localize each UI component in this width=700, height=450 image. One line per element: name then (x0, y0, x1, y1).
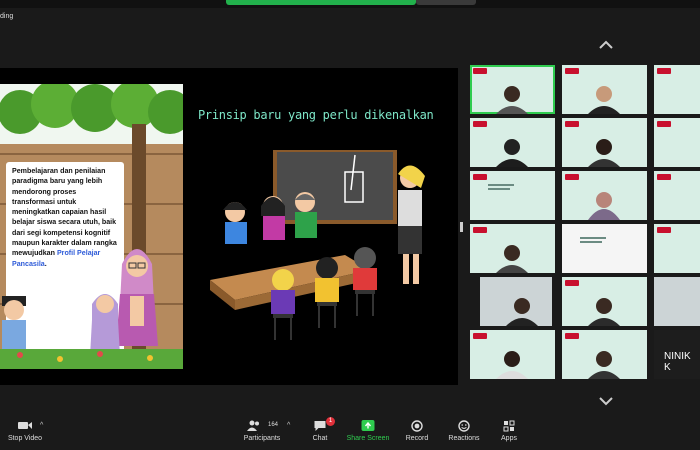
slide-stripe (488, 184, 514, 186)
record-icon (411, 420, 423, 432)
participant-tile[interactable] (562, 65, 647, 114)
logo-icon (657, 174, 671, 180)
chat-unread-badge: 1 (326, 417, 335, 426)
participant-tile[interactable] (654, 65, 700, 114)
reactions-button[interactable]: Reactions (444, 416, 484, 450)
participant-tile[interactable] (654, 224, 700, 273)
participant-tile[interactable] (562, 171, 647, 220)
logo-icon (565, 280, 579, 286)
logo-icon (565, 174, 579, 180)
slide-illustration-panel: Pembelajaran dan penilaian paradigma bar… (0, 84, 183, 369)
panel-resize-handle[interactable] (460, 222, 463, 232)
participants-count: 164 (268, 422, 279, 428)
tree-canopy-illustration (0, 84, 183, 144)
participant-tile[interactable] (654, 171, 700, 220)
participant-tile[interactable] (562, 224, 647, 273)
logo-icon (657, 121, 671, 127)
chevron-up-icon[interactable] (598, 40, 614, 50)
logo-icon (565, 68, 579, 74)
participant-tile[interactable] (654, 277, 700, 326)
participant-tile[interactable] (562, 277, 647, 326)
person-video (496, 245, 528, 273)
person-video (588, 298, 620, 326)
slide-stripe (580, 241, 602, 243)
chat-bubble-icon (314, 421, 326, 431)
video-options-caret[interactable]: ^ (40, 422, 43, 429)
share-screen-icon (361, 420, 375, 431)
person-video (588, 139, 620, 167)
person-video (496, 139, 528, 167)
sharing-banner[interactable] (226, 0, 416, 5)
slide-title: Prinsip baru yang perlu dikenalkan (198, 108, 434, 122)
person-video (506, 298, 538, 326)
logo-icon (565, 333, 579, 339)
participant-gallery (466, 60, 700, 390)
logo-icon (657, 68, 671, 74)
share-screen-button[interactable]: Share Screen (344, 416, 392, 450)
participant-tile[interactable] (470, 65, 555, 114)
logo-icon (473, 68, 487, 74)
participant-tile[interactable] (470, 330, 555, 379)
meeting-toolbar: Stop Video ^ 164 Participants ^ Chat Sha… (0, 416, 700, 450)
person-video (496, 86, 528, 114)
slide-body-text: Pembelajaran dan penilaian paradigma bar… (12, 167, 117, 268)
participant-tile[interactable] (470, 224, 555, 273)
person-video (588, 86, 620, 114)
smiley-icon (458, 420, 470, 432)
logo-icon (657, 227, 671, 233)
logo-icon (473, 121, 487, 127)
grass-illustration (0, 349, 183, 369)
logo-icon (473, 227, 487, 233)
logo-icon (473, 174, 487, 180)
participant-tile[interactable] (562, 118, 647, 167)
participant-tile[interactable] (480, 277, 552, 326)
view-options-banner[interactable] (416, 0, 476, 5)
person-video (496, 351, 528, 379)
shared-screen: Pembelajaran dan penilaian paradigma bar… (0, 68, 458, 385)
record-button[interactable]: Record (400, 416, 434, 450)
apps-icon (503, 420, 515, 432)
participants-icon (247, 420, 259, 431)
chevron-down-icon[interactable] (598, 396, 614, 406)
person-video (588, 351, 620, 379)
recording-label: ding (0, 13, 14, 20)
participants-button[interactable]: 164 Participants (240, 416, 284, 450)
logo-icon (565, 121, 579, 127)
participant-tile[interactable] (470, 118, 555, 167)
participants-options-caret[interactable]: ^ (287, 422, 290, 429)
participant-name-label: NINIK K (664, 351, 691, 373)
slide-stripe (488, 188, 510, 190)
logo-icon (473, 333, 487, 339)
classroom-illustration (210, 150, 425, 340)
participant-tile[interactable] (562, 330, 647, 379)
participant-tile[interactable] (654, 118, 700, 167)
participant-tile[interactable] (470, 171, 555, 220)
apps-button[interactable]: Apps (494, 416, 524, 450)
slide-stripe (580, 237, 606, 239)
video-camera-icon (18, 422, 32, 429)
person-video (588, 192, 620, 220)
